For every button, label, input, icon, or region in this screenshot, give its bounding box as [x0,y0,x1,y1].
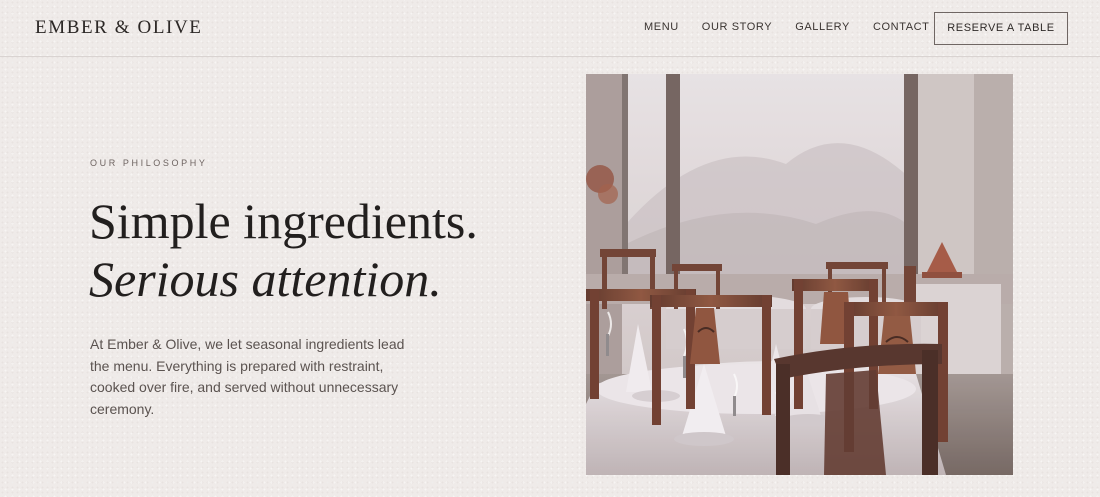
brand-logo[interactable]: EMBER & OLIVE [35,17,203,39]
section-eyebrow: OUR PHILOSOPHY [90,158,208,168]
nav-item-menu[interactable]: MENU [644,21,679,33]
headline-line-1: Simple ingredients. [89,193,478,249]
site-header: EMBER & OLIVE MENU OUR STORY GALLERY CON… [0,0,1100,57]
hero-body-text: At Ember & Olive, we let seasonal ingred… [90,336,405,417]
reserve-table-button[interactable]: RESERVE A TABLE [934,12,1068,45]
headline-line-2: Serious attention. [89,251,442,307]
nav-item-contact[interactable]: CONTACT [873,21,930,33]
nav-item-gallery[interactable]: GALLERY [795,21,850,33]
main-nav: MENU OUR STORY GALLERY CONTACT [644,21,930,33]
restaurant-interior-photo [586,74,1013,475]
nav-item-our-story[interactable]: OUR STORY [702,21,772,33]
hero-headline: Simple ingredients. Serious attention. [89,192,478,308]
